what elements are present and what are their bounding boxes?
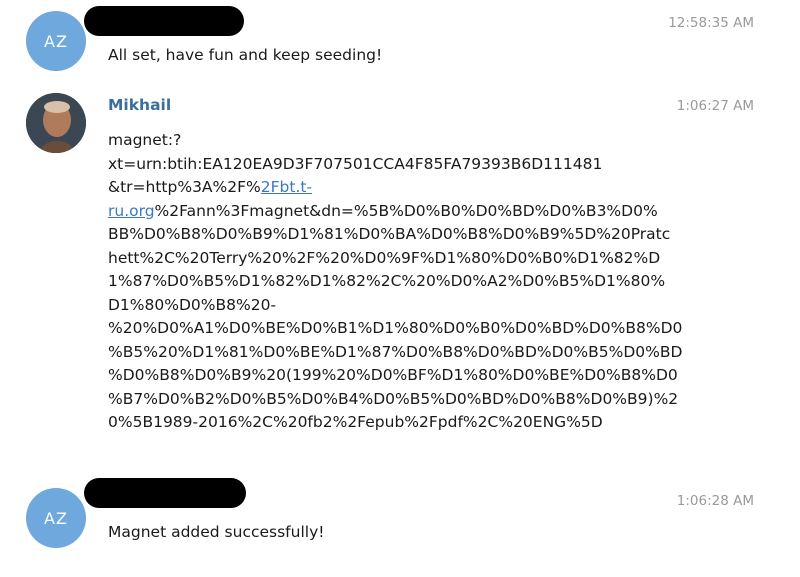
magnet-line: 0%5B1989-2016%2C%20fb2%2Fepub%2Fpdf%2C%2… <box>108 413 603 431</box>
user-photo-icon <box>26 93 86 153</box>
magnet-line: %B7%D0%B2%D0%B5%D0%B4%D0%B5%D0%BD%D0%B8%… <box>108 389 679 408</box>
avatar[interactable]: AZ <box>26 11 86 71</box>
magnet-line: %20%D0%A1%D0%BE%D0%B1%D1%80%D0%B0%D0%BD%… <box>108 319 683 337</box>
avatar[interactable]: AZ <box>26 488 86 548</box>
magnet-link-text: magnet:? xt=urn:btih:EA120EA9D3F707501CC… <box>108 129 682 435</box>
avatar[interactable] <box>26 93 86 153</box>
message-text: Magnet added successfully! <box>108 523 325 541</box>
magnet-line: %D0%B8%D0%B9%20(199%20%D0%BF%D1%80%D0%BE… <box>108 366 678 384</box>
magnet-line: magnet:? <box>108 131 182 149</box>
tracker-link[interactable]: ru.org <box>108 202 155 220</box>
redacted-sender-name <box>84 478 246 508</box>
magnet-line: %B5%20%D1%81%D0%BE%D1%87%D0%B8%D0%BD%D0%… <box>108 342 683 361</box>
magnet-line: D1%80%D0%B8%20- <box>108 295 277 314</box>
magnet-line: &tr=http%3A%2F% <box>108 178 261 196</box>
magnet-line: hett%2C%20Terry%20%2F%20%D0%9F%D1%80%D0%… <box>108 248 661 267</box>
sender-name[interactable]: Mikhail <box>108 96 171 114</box>
magnet-line: xt=urn:btih:EA120EA9D3F707501CCA4F85FA79… <box>108 154 603 173</box>
magnet-line: BB%D0%B8%D0%B9%D1%81%D0%BA%D0%B8%D0%B9%5… <box>108 225 671 243</box>
redacted-sender-name <box>84 6 244 36</box>
tracker-link[interactable]: 2Fbt.t- <box>261 178 312 196</box>
message-timestamp: 12:58:35 AM <box>668 15 754 31</box>
message-text: All set, have fun and keep seeding! <box>108 46 383 64</box>
message-timestamp: 1:06:27 AM <box>676 98 754 114</box>
magnet-line: 1%87%D0%B5%D1%82%D1%82%2C%20%D0%A2%D0%B5… <box>108 272 666 290</box>
magnet-line: %2Fann%3Fmagnet&dn=%5B%D0%B0%D0%BD%D0%B3… <box>154 201 658 220</box>
message-timestamp: 1:06:28 AM <box>676 493 754 509</box>
